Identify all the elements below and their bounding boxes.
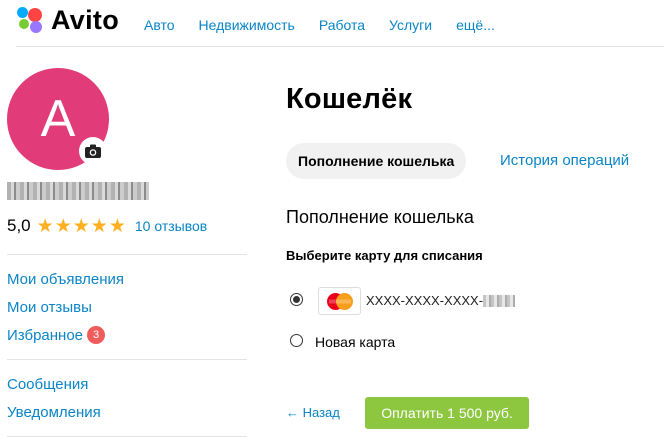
nav-auto[interactable]: Авто [144, 17, 175, 33]
favorites-badge: 3 [87, 326, 106, 344]
reviews-link[interactable]: 10 отзывов [135, 218, 207, 234]
nav-jobs[interactable]: Работа [319, 17, 365, 33]
pay-button[interactable]: Оплатить 1 500 руб. [365, 397, 529, 429]
logo-text: Avito [51, 5, 119, 35]
nav-more[interactable]: ещё... [456, 17, 495, 33]
menu-notifications[interactable]: Уведомления [7, 404, 101, 421]
new-card-label[interactable]: Новая карта [315, 334, 395, 350]
star-icon: ★ [72, 215, 90, 237]
menu-favorites[interactable]: Избранное 3 [7, 326, 106, 344]
menu-divider [7, 254, 247, 255]
section-title: Пополнение кошелька [286, 207, 474, 227]
star-icon: ★ [36, 215, 54, 237]
tab-history[interactable]: История операций [500, 152, 629, 169]
back-link[interactable]: ← Назад [286, 405, 340, 420]
star-icon: ★ [54, 215, 72, 237]
menu-messages[interactable]: Сообщения [7, 376, 88, 393]
menu-my-reviews[interactable]: Мои отзывы [7, 299, 92, 316]
rating-row: 5,0 ★ ★ ★ ★ ★ 10 отзывов [7, 216, 207, 236]
card-digits-blurred [483, 295, 516, 307]
menu-divider [7, 359, 247, 360]
camera-icon[interactable] [79, 137, 107, 165]
star-icon: ★ [90, 215, 108, 237]
star-icon: ★ [108, 215, 126, 237]
header-divider [16, 46, 664, 47]
avito-logo[interactable]: Avito [17, 5, 119, 35]
mastercard-icon [318, 287, 361, 315]
logo-dots-icon [17, 7, 47, 33]
menu-divider [7, 436, 247, 437]
saved-card-number[interactable]: XXXX-XXXX-XXXX- [366, 293, 516, 308]
menu-favorites-label: Избранное [7, 327, 84, 344]
top-nav: Авто Недвижимость Работа Услуги ещё... [144, 17, 519, 33]
page-title: Кошелёк [286, 83, 413, 115]
new-card-radio[interactable] [290, 334, 303, 347]
nav-services[interactable]: Услуги [389, 17, 432, 33]
menu-my-ads[interactable]: Мои объявления [7, 271, 124, 288]
saved-card-radio[interactable] [290, 293, 303, 306]
choose-card-label: Выберите карту для списания [286, 248, 483, 263]
tab-topup[interactable]: Пополнение кошелька [286, 143, 467, 179]
nav-realty[interactable]: Недвижимость [199, 17, 295, 33]
card-number-text: XXXX-XXXX-XXXX- [366, 293, 484, 308]
username-blurred [7, 182, 149, 200]
rating-value: 5,0 [7, 216, 31, 235]
